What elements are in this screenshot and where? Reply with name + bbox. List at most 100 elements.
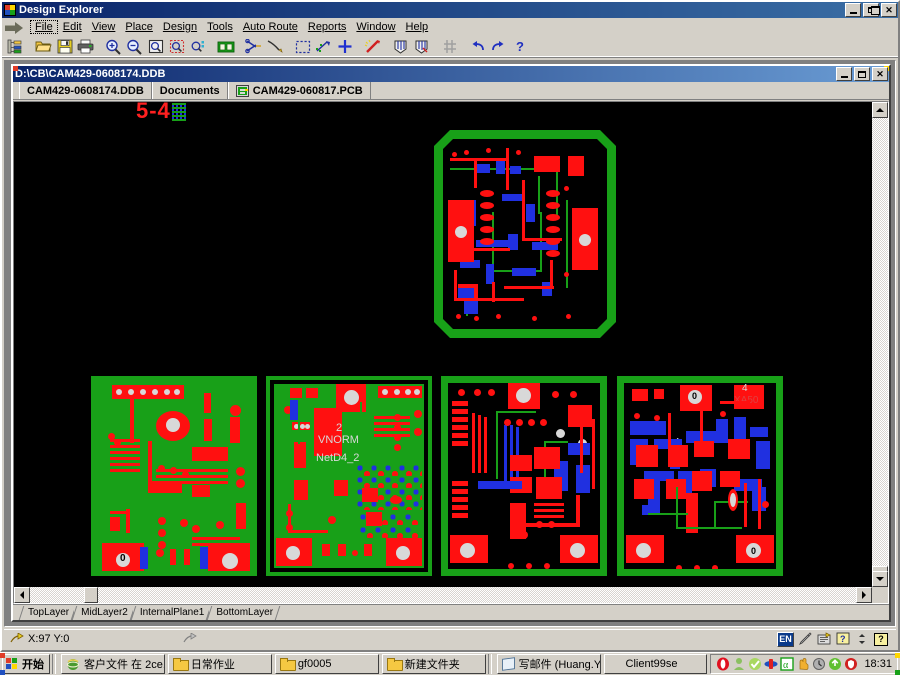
menu-item-reports[interactable]: Reports xyxy=(303,20,352,34)
design-explorer-icon xyxy=(4,4,16,16)
taskbar-item-gf0005[interactable]: gf0005 xyxy=(275,654,379,674)
menu-item-place[interactable]: Place xyxy=(120,20,158,34)
taskbar-item-customer-files[interactable]: 客户文件 在 2ce... xyxy=(61,654,165,674)
clock-tray-icon[interactable] xyxy=(812,657,826,671)
scroll-up-button[interactable] xyxy=(872,102,888,118)
zoom-document-icon[interactable] xyxy=(145,37,166,57)
pcb-canvas[interactable]: 5-4 xyxy=(14,102,872,587)
grid-toggle-icon[interactable] xyxy=(439,37,460,57)
board-copper-layer: 0 4 XA50 4 xyxy=(624,383,776,569)
menu-item-help[interactable]: Help xyxy=(401,20,434,34)
layer-tab-internalplane1[interactable]: InternalPlane1 xyxy=(133,606,210,620)
document-close-button[interactable]: ✕ xyxy=(872,67,888,81)
ime-language-indicator[interactable]: EN xyxy=(777,632,794,647)
browse-panel-icon[interactable] xyxy=(5,37,26,57)
clear-filter-icon[interactable] xyxy=(362,37,383,57)
board-top-center[interactable] xyxy=(434,130,616,338)
contact-tray-icon[interactable] xyxy=(732,657,746,671)
zoom-in-icon[interactable] xyxy=(103,37,124,57)
alpha-tray-icon[interactable]: α xyxy=(780,657,794,671)
menu-item-window[interactable]: Window xyxy=(351,20,400,34)
board-bottom-4[interactable]: 0 4 XA50 4 xyxy=(617,376,783,576)
menu-item-tools-label: Tools xyxy=(207,21,233,33)
menu-item-auto-route[interactable]: Auto Route xyxy=(238,20,303,34)
taskbar-item-client99se[interactable]: Client99se xyxy=(604,654,708,674)
measure-icon[interactable] xyxy=(264,37,285,57)
shield-tray-icon[interactable] xyxy=(844,657,858,671)
menu-item-file[interactable]: File xyxy=(30,20,58,34)
print-icon[interactable] xyxy=(75,37,96,57)
menu-item-edit[interactable]: Edit xyxy=(58,20,87,34)
help-icon[interactable]: ? xyxy=(509,37,530,57)
scroll-left-button[interactable] xyxy=(14,587,30,603)
menu-item-tools[interactable]: Tools xyxy=(202,20,238,34)
redo-icon[interactable] xyxy=(488,37,509,57)
opera-tray-icon[interactable] xyxy=(716,657,730,671)
component-icon[interactable] xyxy=(411,37,432,57)
board-bottom-1[interactable]: 0 xyxy=(91,376,257,576)
layer-tab-midlayer2[interactable]: MidLayer2 xyxy=(74,606,133,620)
menu-item-design[interactable]: Design xyxy=(158,20,202,34)
tab-ddb[interactable]: CAM429-0608174.DDB xyxy=(19,82,152,99)
pad-designator: 0 xyxy=(120,553,126,564)
taskbar-item-new-folder[interactable]: 新建文件夹 xyxy=(382,654,486,674)
tab-pcb[interactable]: CAM429-060817.PCB xyxy=(228,82,371,99)
pan-view-icon[interactable] xyxy=(215,37,236,57)
tab-documents[interactable]: Documents xyxy=(152,82,228,99)
board-bottom-2[interactable]: 2 VNORM NetD4_2 xyxy=(266,376,432,576)
zoom-selection-icon[interactable] xyxy=(187,37,208,57)
menu-item-view[interactable]: View xyxy=(87,20,121,34)
move-selection-icon[interactable] xyxy=(313,37,334,57)
minimize-button[interactable] xyxy=(845,3,861,17)
scroll-down-button[interactable] xyxy=(872,571,888,587)
board-bottom-3[interactable] xyxy=(441,376,607,576)
ime-expand-icon[interactable] xyxy=(854,632,870,647)
ime-help-icon[interactable]: ? xyxy=(835,632,851,647)
open-folder-icon[interactable] xyxy=(33,37,54,57)
restore-button[interactable] xyxy=(863,3,879,17)
document-window: D:\CB\CAM429-0608174.DDB ✕ CAM429-060817… xyxy=(11,64,891,622)
vscroll-track[interactable] xyxy=(872,118,888,571)
svg-text:?: ? xyxy=(516,39,524,54)
hscroll-track[interactable] xyxy=(30,587,856,603)
undo-icon[interactable] xyxy=(467,37,488,57)
network-tray-icon[interactable] xyxy=(764,657,778,671)
scroll-right-button[interactable] xyxy=(856,587,872,603)
status-help-badge[interactable]: ? xyxy=(874,633,888,646)
crosshair-origin-icon[interactable] xyxy=(334,37,355,57)
layer-tab-toplayer[interactable]: TopLayer xyxy=(21,606,74,620)
horizontal-scrollbar[interactable] xyxy=(14,587,872,603)
save-icon[interactable] xyxy=(54,37,75,57)
taskbar-item-daily-work[interactable]: 日常作业 xyxy=(168,654,272,674)
update-tray-icon[interactable] xyxy=(828,657,842,671)
menu-item-design-label: Design xyxy=(163,21,197,33)
hscroll-thumb[interactable] xyxy=(84,587,98,603)
select-area-icon[interactable] xyxy=(292,37,313,57)
taskbar-clock[interactable]: 18:31 xyxy=(864,658,892,670)
taskbar-item-compose-mail[interactable]: 写邮件 (Huang.Y... xyxy=(497,654,601,674)
net-label-2: 2 xyxy=(336,422,342,434)
hand-tray-icon[interactable] xyxy=(796,657,810,671)
soft-keyboard-icon[interactable] xyxy=(816,632,832,647)
cut-track-icon[interactable] xyxy=(243,37,264,57)
system-tray: α 18:31 xyxy=(710,654,898,674)
document-maximize-button[interactable] xyxy=(854,67,870,81)
zoom-out-icon[interactable] xyxy=(124,37,145,57)
menu-item-view-label: View xyxy=(92,21,116,33)
close-button[interactable]: ✕ xyxy=(881,3,897,17)
document-minimize-button[interactable] xyxy=(836,67,852,81)
vertical-scrollbar[interactable] xyxy=(872,102,888,587)
status-bar: X:97 Y:0 EN xyxy=(4,629,896,648)
layer-tab-bottomlayer[interactable]: BottomLayer xyxy=(209,606,278,620)
check-tray-icon[interactable] xyxy=(748,657,762,671)
pad-designator: 0 xyxy=(751,546,756,556)
start-button[interactable]: 开始 xyxy=(2,654,50,674)
menu-drag-handle-icon[interactable] xyxy=(4,20,26,34)
netlist-icon[interactable] xyxy=(390,37,411,57)
handwriting-icon[interactable] xyxy=(797,632,813,647)
bga-pad-matrix xyxy=(356,464,422,510)
taskbar-item-label: 日常作业 xyxy=(191,656,235,672)
menubar: File Edit View Place Design Tools Auto R… xyxy=(2,18,898,36)
start-button-label: 开始 xyxy=(22,656,44,672)
zoom-area-icon[interactable] xyxy=(166,37,187,57)
